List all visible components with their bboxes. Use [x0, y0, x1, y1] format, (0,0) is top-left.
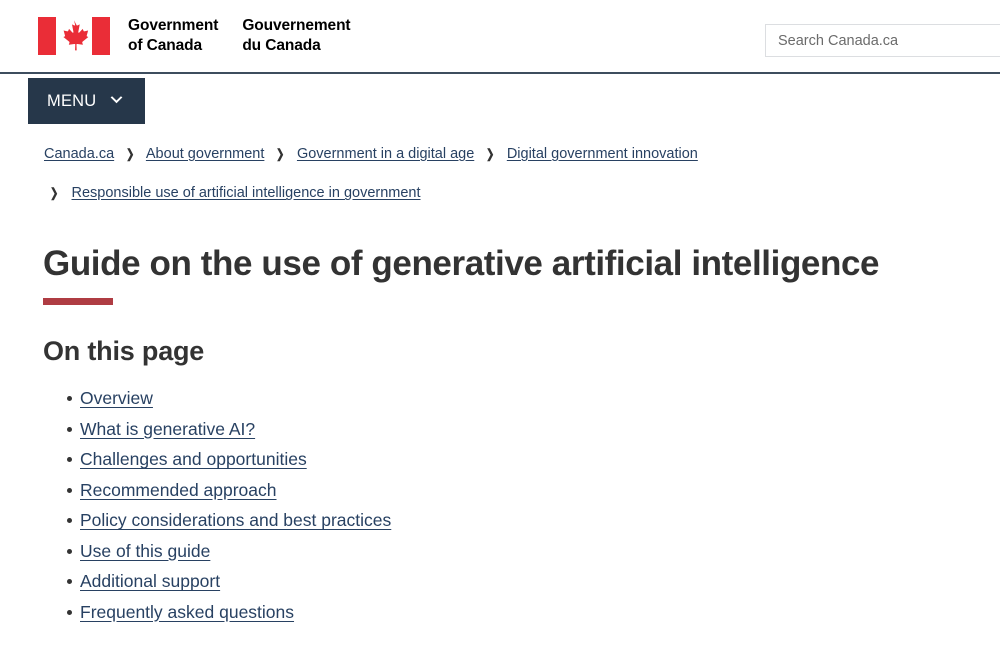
- on-this-page-heading: On this page: [43, 336, 205, 367]
- toc-link-challenges-and-opportunities[interactable]: Challenges and opportunities: [80, 449, 307, 469]
- page-title: Guide on the use of generative artificia…: [43, 243, 880, 283]
- list-item: Policy considerations and best practices: [67, 505, 1000, 536]
- search-input[interactable]: [765, 24, 1000, 57]
- list-item: Challenges and opportunities: [67, 444, 1000, 475]
- chevron-down-icon: [109, 96, 124, 106]
- toc-link-additional-support[interactable]: Additional support: [80, 571, 220, 591]
- breadcrumb: Canada.ca ❯ About government ❯ Governmen…: [0, 125, 760, 205]
- chevron-right-icon: ❯: [50, 186, 59, 201]
- toc-link-what-is-generative-ai[interactable]: What is generative AI?: [80, 419, 255, 439]
- chevron-right-icon: ❯: [276, 147, 285, 161]
- site-header: Government of Canada Gouvernement du Can…: [0, 0, 1000, 75]
- breadcrumb-item-digital-government-innovation[interactable]: Digital government innovation: [507, 146, 698, 162]
- canada-flag-icon: [38, 17, 110, 55]
- wordmark-fr-line2: du Canada: [242, 36, 321, 54]
- list-item: Recommended approach: [67, 475, 1000, 506]
- list-item: Additional support: [67, 566, 1000, 597]
- breadcrumb-item-responsible-use-of-ai[interactable]: Responsible use of artificial intelligen…: [72, 185, 421, 201]
- government-of-canada-brand[interactable]: Government of Canada Gouvernement du Can…: [38, 16, 351, 56]
- breadcrumb-row-1: Canada.ca ❯ About government ❯ Governmen…: [44, 143, 760, 165]
- menu-button[interactable]: MENU: [28, 78, 145, 124]
- list-item: What is generative AI?: [67, 414, 1000, 445]
- toc-link-use-of-this-guide[interactable]: Use of this guide: [80, 541, 210, 561]
- menu-button-label: MENU: [47, 91, 97, 110]
- on-this-page-list: Overview What is generative AI? Challeng…: [0, 383, 1000, 627]
- breadcrumb-item-canada-ca[interactable]: Canada.ca: [44, 146, 114, 162]
- chevron-right-icon: ❯: [126, 147, 135, 161]
- toc-link-frequently-asked-questions[interactable]: Frequently asked questions: [80, 602, 294, 622]
- toc-link-policy-considerations-and-best-practices[interactable]: Policy considerations and best practices: [80, 510, 391, 530]
- breadcrumb-row-2: ❯ Responsible use of artificial intellig…: [44, 182, 760, 204]
- wordmark-en-line2: of Canada: [128, 36, 203, 54]
- breadcrumb-item-government-in-a-digital-age[interactable]: Government in a digital age: [297, 146, 474, 162]
- toc-link-recommended-approach[interactable]: Recommended approach: [80, 480, 277, 500]
- breadcrumb-item-about-government[interactable]: About government: [146, 146, 265, 162]
- menu-bar: MENU: [0, 74, 1000, 125]
- wordmark-fr-line1: Gouvernement: [242, 17, 351, 34]
- list-item: Overview: [67, 383, 1000, 414]
- wordmark-en-line1: Government: [128, 17, 219, 34]
- government-of-canada-wordmark: Government of Canada Gouvernement du Can…: [128, 16, 351, 56]
- site-search[interactable]: [765, 24, 1000, 57]
- list-item: Frequently asked questions: [67, 597, 1000, 628]
- toc-link-overview[interactable]: Overview: [80, 388, 153, 408]
- chevron-right-icon: ❯: [486, 147, 495, 161]
- main-content: Canada.ca ❯ About government ❯ Governmen…: [0, 125, 1000, 627]
- list-item: Use of this guide: [67, 536, 1000, 567]
- page-title-underline: [43, 298, 113, 306]
